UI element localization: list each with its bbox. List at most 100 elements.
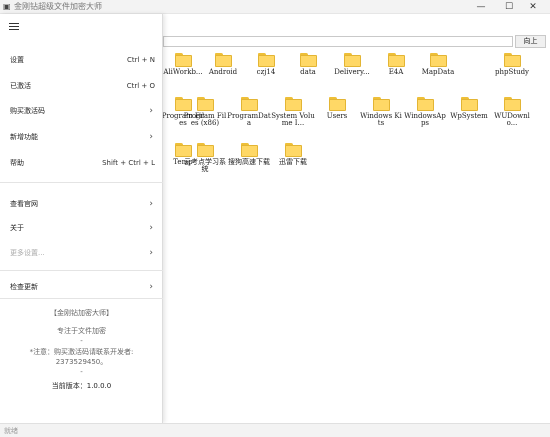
menu-item-label: 更多设置... bbox=[10, 249, 45, 257]
menu-item-about[interactable]: 关于 › bbox=[0, 222, 163, 234]
folder-name: WUDownlo... bbox=[494, 112, 530, 127]
folder-icon bbox=[429, 53, 447, 67]
chevron-right-icon: › bbox=[149, 282, 153, 292]
folder-name: MapData bbox=[421, 68, 455, 76]
folder-name: Program Files (x86) bbox=[183, 112, 227, 127]
folder-icon bbox=[257, 53, 275, 67]
about-note: *注意：购买激活码请联系开发者: bbox=[29, 348, 134, 356]
folder-name: 云考点学习系统 bbox=[184, 158, 226, 173]
up-button[interactable]: 向上 bbox=[515, 35, 546, 48]
about-contact: 2373529450。 bbox=[55, 358, 108, 366]
folder-name: 搜狗高速下载 bbox=[228, 158, 270, 166]
folder-item[interactable]: WpSystem bbox=[447, 97, 491, 120]
menu-item-website[interactable]: 查看官网 › bbox=[0, 198, 163, 210]
folder-item[interactable]: ProgramData bbox=[227, 97, 271, 127]
menu-item-activated[interactable]: 已激活 Ctrl + O bbox=[0, 80, 163, 92]
about-separator: - bbox=[80, 368, 83, 376]
folder-icon bbox=[460, 97, 478, 111]
folder-name: Users bbox=[326, 112, 348, 120]
folder-icon bbox=[284, 143, 302, 157]
minimize-button[interactable]: — bbox=[470, 0, 492, 14]
hamburger-menu-icon[interactable] bbox=[9, 23, 19, 31]
folder-icon bbox=[174, 53, 192, 67]
folder-icon bbox=[214, 53, 232, 67]
folder-item[interactable]: AliWorkb... bbox=[161, 53, 205, 76]
folder-item[interactable]: WUDownlo... bbox=[490, 97, 534, 127]
status-bar: 就绪 bbox=[0, 423, 550, 437]
folder-name: WpSystem bbox=[450, 112, 488, 120]
folder-name: 迅雷下载 bbox=[279, 158, 307, 166]
folder-item[interactable]: MapData bbox=[416, 53, 460, 76]
menu-divider bbox=[0, 298, 163, 299]
folder-item[interactable]: E4A bbox=[374, 53, 418, 76]
folder-name: Delivery... bbox=[334, 68, 370, 76]
about-separator: - bbox=[80, 337, 83, 345]
menu-item-new-features[interactable]: 新增功能 › bbox=[0, 131, 163, 143]
folder-icon bbox=[299, 53, 317, 67]
folder-item[interactable]: WindowsApps bbox=[403, 97, 447, 127]
path-input[interactable] bbox=[163, 36, 513, 47]
maximize-button[interactable]: ☐ bbox=[498, 0, 520, 14]
folder-item[interactable]: Program Files (x86) bbox=[183, 97, 227, 127]
menu-item-settings[interactable]: 设置 Ctrl + N bbox=[0, 54, 163, 66]
menu-item-label: 已激活 bbox=[10, 82, 31, 90]
folder-item[interactable]: 云考点学习系统 bbox=[183, 143, 227, 173]
title-bar: ▣ 金刚钻超级文件加密大师 — ☐ ✕ bbox=[0, 0, 550, 14]
folder-icon bbox=[416, 97, 434, 111]
folder-icon bbox=[240, 143, 258, 157]
menu-divider bbox=[0, 270, 163, 271]
about-app-name: 【金刚钻加密大师】 bbox=[50, 309, 113, 317]
folder-icon bbox=[328, 97, 346, 111]
folder-item[interactable]: Windows Kits bbox=[359, 97, 403, 127]
menu-shortcut: Shift + Ctrl + L bbox=[102, 159, 155, 167]
folder-icon bbox=[284, 97, 302, 111]
folder-name: E4A bbox=[388, 68, 404, 76]
menu-item-label: 检查更新 bbox=[10, 283, 38, 291]
folder-name: ProgramData bbox=[227, 112, 271, 127]
folder-icon bbox=[240, 97, 258, 111]
folder-name: Windows Kits bbox=[360, 112, 402, 127]
folder-item[interactable]: data bbox=[286, 53, 330, 76]
folder-icon bbox=[196, 97, 214, 111]
folder-name: phpStudy bbox=[494, 68, 530, 76]
menu-item-check-update[interactable]: 检查更新 › bbox=[0, 281, 163, 293]
folder-icon bbox=[372, 97, 390, 111]
menu-item-label: 新增功能 bbox=[10, 133, 38, 141]
file-grid: AliWorkb... Android czj14 data Delivery.… bbox=[155, 50, 545, 420]
folder-name: System Volume I... bbox=[271, 112, 315, 127]
folder-name: data bbox=[300, 68, 316, 76]
close-button[interactable]: ✕ bbox=[522, 0, 544, 14]
folder-item[interactable]: 迅雷下载 bbox=[271, 143, 315, 166]
folder-icon bbox=[387, 53, 405, 67]
folder-name: czj14 bbox=[256, 68, 276, 76]
menu-item-label: 购买激活码 bbox=[10, 107, 45, 115]
folder-name: WindowsApps bbox=[404, 112, 446, 127]
folder-item[interactable]: Delivery... bbox=[330, 53, 374, 76]
folder-name: Android bbox=[208, 68, 238, 76]
folder-name: AliWorkb... bbox=[163, 68, 203, 76]
menu-item-label: 关于 bbox=[10, 224, 24, 232]
folder-icon bbox=[196, 143, 214, 157]
chevron-right-icon: › bbox=[149, 132, 153, 142]
folder-icon bbox=[343, 53, 361, 67]
menu-shortcut: Ctrl + N bbox=[126, 56, 155, 64]
folder-item[interactable]: czj14 bbox=[244, 53, 288, 76]
menu-item-label: 设置 bbox=[10, 56, 24, 64]
folder-icon bbox=[503, 97, 521, 111]
menu-item-help[interactable]: 帮助 Shift + Ctrl + L bbox=[0, 157, 163, 169]
lock-icon: ▣ bbox=[3, 2, 11, 11]
menu-item-label: 查看官网 bbox=[10, 200, 38, 208]
folder-item[interactable]: Users bbox=[315, 97, 359, 120]
menu-item-more-settings[interactable]: 更多设置... › bbox=[0, 247, 163, 259]
window-title: 金刚钻超级文件加密大师 bbox=[14, 2, 102, 11]
status-text: 就绪 bbox=[4, 427, 18, 435]
menu-item-buy-code[interactable]: 购买激活码 › bbox=[0, 105, 163, 117]
folder-item[interactable]: System Volume I... bbox=[271, 97, 315, 127]
menu-shortcut: Ctrl + O bbox=[126, 82, 155, 90]
about-tagline: 专注于文件加密 bbox=[57, 327, 106, 335]
side-drawer: 设置 Ctrl + N 已激活 Ctrl + O 购买激活码 › 新增功能 › … bbox=[0, 14, 163, 423]
folder-item[interactable]: Android bbox=[201, 53, 245, 76]
folder-item[interactable]: 搜狗高速下载 bbox=[227, 143, 271, 166]
chevron-right-icon: › bbox=[149, 106, 153, 116]
folder-item[interactable]: phpStudy bbox=[490, 53, 534, 76]
